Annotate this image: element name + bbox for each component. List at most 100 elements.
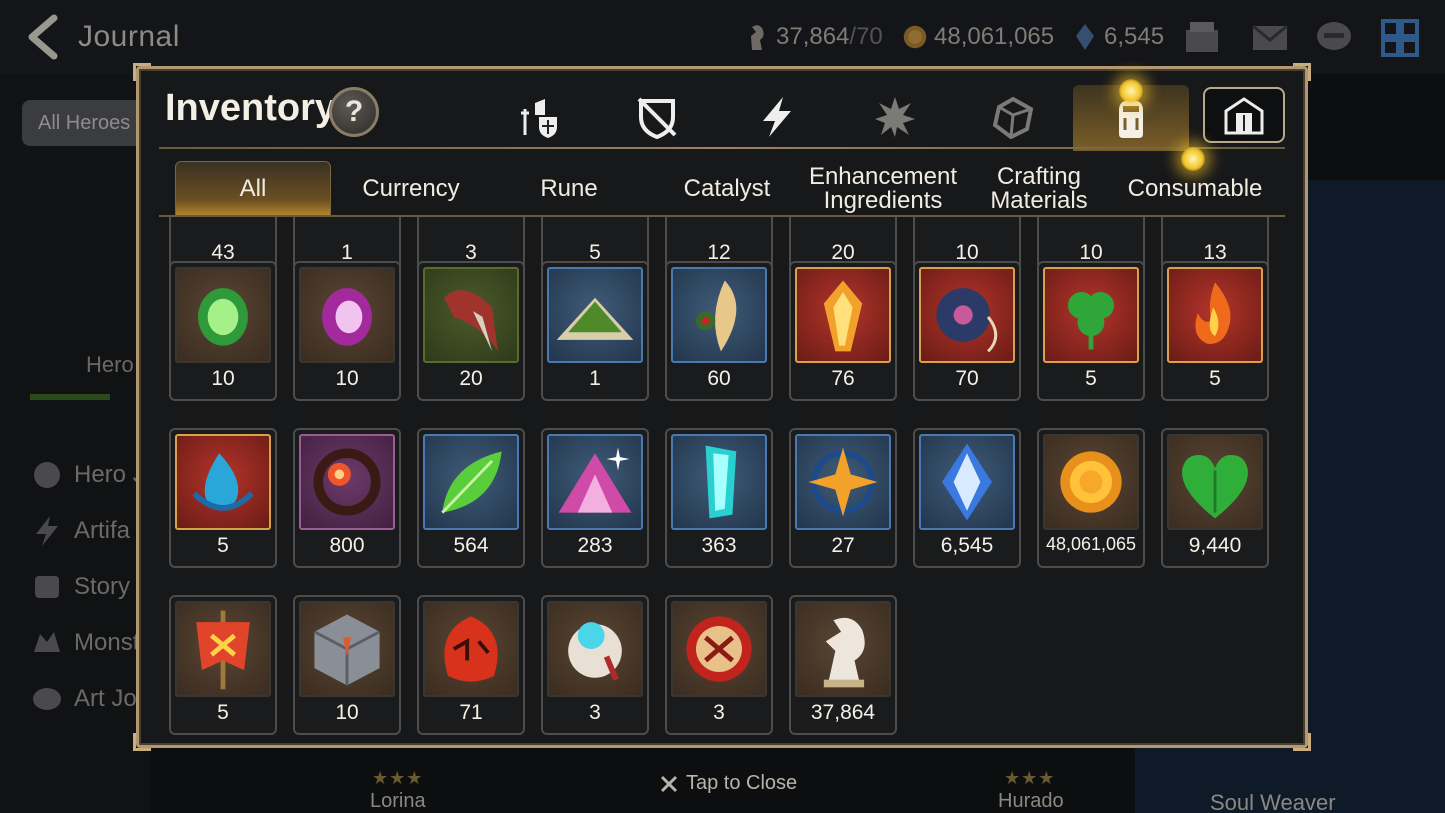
lightning-icon (36, 516, 58, 546)
tab-artifacts[interactable] (627, 87, 687, 147)
filter-dropdown[interactable]: All Heroes (22, 100, 142, 146)
hero-stars: ★★★ (1004, 768, 1056, 788)
tab-bag[interactable] (1073, 79, 1189, 151)
subtab-rune[interactable]: Rune (491, 161, 647, 217)
item-frame (1043, 267, 1139, 363)
mail-icon[interactable] (1250, 18, 1290, 58)
item-count: 5 (1209, 367, 1221, 390)
hero-name-hurado: Hurado (998, 790, 1064, 812)
hero-progress-label: Hero (86, 352, 134, 377)
inventory-slot[interactable]: 9,440 (1161, 428, 1269, 568)
subtab-all[interactable]: All (175, 161, 331, 217)
inventory-slot[interactable]: 60 (665, 261, 773, 401)
item-frame (795, 267, 891, 363)
back-arrow-icon[interactable] (24, 14, 64, 60)
tab-skills[interactable] (747, 87, 807, 147)
item-count: 48,061,065 (1045, 534, 1137, 554)
inventory-slot[interactable]: 5 (1037, 261, 1145, 401)
item-count: 6,545 (940, 534, 994, 557)
chat-icon[interactable] (1314, 18, 1354, 58)
item-count: 76 (831, 367, 855, 390)
close-icon (660, 775, 678, 792)
inventory-slot[interactable]: 70 (913, 261, 1021, 401)
cyan-crystal-icon (705, 445, 737, 519)
tab-equipment[interactable] (509, 87, 569, 147)
sidebar-item-artifacts[interactable]: Artifa (30, 514, 130, 548)
item-count: 283 (577, 534, 613, 557)
subtab-catalyst[interactable]: Catalyst (649, 161, 805, 217)
item-frame (671, 434, 767, 530)
inventory-slot[interactable]: 6,545 (913, 428, 1021, 568)
horse-stamina-icon (823, 617, 865, 688)
subtab-label: Catalyst (683, 175, 771, 202)
menu-grid-icon[interactable] (1380, 18, 1420, 58)
sidebar-item-art-journal[interactable]: Art Jo (30, 682, 137, 716)
inventory-slot[interactable]: 71 (417, 595, 525, 735)
inventory-slot[interactable]: 5 (169, 428, 277, 568)
inventory-slot[interactable]: 48,061,065 (1037, 428, 1145, 568)
item-count: 564 (453, 534, 489, 557)
stamina-max: /70 (849, 23, 883, 50)
inventory-slot[interactable]: 5 (1161, 261, 1269, 401)
sidebar-label: Artifa (74, 517, 131, 544)
red-leaf-icon (444, 616, 498, 682)
inventory-slot[interactable]: 800 (293, 428, 401, 568)
stone-cube-icon (313, 614, 381, 686)
page-title: Journal (78, 20, 180, 53)
inventory-slot[interactable]: 5 (169, 595, 277, 735)
inventory-slot[interactable]: 37,864 (789, 595, 897, 735)
sidebar-item-story[interactable]: Story (30, 570, 130, 604)
sidebar-item-monsters[interactable]: Monst (30, 626, 139, 660)
item-frame (175, 434, 271, 530)
gold-coin-icon (1060, 451, 1122, 513)
inventory-slot[interactable]: 10 (169, 261, 277, 401)
item-count: 10 (211, 367, 235, 390)
shop-icon[interactable] (1182, 18, 1222, 58)
tab-storage[interactable] (1203, 87, 1285, 143)
artifact-icon (637, 97, 677, 139)
subtab-label: All (239, 175, 267, 202)
notification-dot (1181, 147, 1205, 171)
tab-materials[interactable] (983, 87, 1043, 147)
fire-charm-icon (1195, 282, 1231, 344)
item-frame (423, 434, 519, 530)
inventory-slot[interactable]: 76 (789, 261, 897, 401)
item-frame (299, 601, 395, 697)
sidebar-label: Hero J (74, 461, 145, 488)
skystone-value: 6,545 (1104, 23, 1165, 50)
inventory-slot[interactable]: 3 (541, 595, 649, 735)
item-count: 20 (459, 367, 483, 390)
item-count: 37,864 (810, 701, 876, 724)
item-frame (423, 267, 519, 363)
notification-dot (1119, 79, 1143, 103)
tap-to-close[interactable]: Tap to Close (660, 772, 797, 795)
item-count: 10 (335, 701, 359, 724)
inventory-slot[interactable]: 1 (541, 261, 649, 401)
help-button[interactable]: ? (329, 87, 379, 137)
subtab-crafting-materials[interactable]: Crafting Materials (961, 161, 1117, 217)
inventory-slot[interactable]: 283 (541, 428, 649, 568)
inventory-slot[interactable]: 363 (665, 428, 773, 568)
green-heart-icon (1182, 454, 1248, 519)
inventory-slot[interactable]: 27 (789, 428, 897, 568)
inventory-slot[interactable]: 20 (417, 261, 525, 401)
inventory-slot[interactable]: 3 (665, 595, 773, 735)
item-frame (175, 267, 271, 363)
subtab-currency[interactable]: Currency (333, 161, 489, 217)
inventory-slot[interactable]: 10 (293, 261, 401, 401)
subtab-enhancement-ingredients[interactable]: Enhancement Ingredients (805, 161, 961, 217)
inventory-slot[interactable]: 10 (293, 595, 401, 735)
item-count: 9,440 (1188, 534, 1242, 557)
material-cube-icon (992, 96, 1034, 139)
inventory-grid[interactable]: 43 1 3 5 12 20 10 10 13 10 10 20 1 60 76 70 5 5 5 800 564 283… (167, 217, 1279, 737)
skystone-icon (942, 443, 992, 521)
tab-specialty[interactable] (865, 87, 925, 147)
stamina-counter: 37,864/70 (744, 22, 883, 52)
sidebar-item-hero-journal[interactable]: Hero J (30, 458, 145, 492)
inventory-slot[interactable]: 564 (417, 428, 525, 568)
item-frame (795, 601, 891, 697)
monster-icon (34, 632, 60, 652)
green-mound-icon (556, 297, 634, 340)
item-count: 5 (217, 701, 229, 724)
stamina-value: 37,864 (776, 23, 850, 50)
